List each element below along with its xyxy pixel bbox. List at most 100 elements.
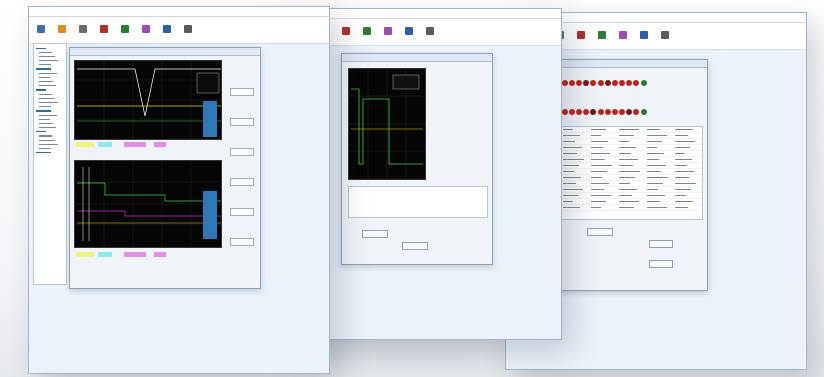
text-placeholder: [647, 189, 658, 191]
side-button[interactable]: [230, 238, 254, 246]
scope-dialog: [341, 53, 493, 265]
toolbar-button[interactable]: [380, 27, 396, 43]
side-button[interactable]: [230, 88, 254, 96]
table-cell: [562, 163, 590, 168]
text-placeholder: [675, 135, 688, 137]
channel-chip[interactable]: [154, 142, 166, 147]
apply-button[interactable]: [587, 228, 613, 236]
side-button[interactable]: [230, 178, 254, 186]
toolbar-button[interactable]: [138, 25, 154, 41]
text-placeholder: [619, 201, 639, 203]
table-cell: [562, 181, 590, 186]
help-icon: [661, 31, 669, 39]
toolbar-button[interactable]: [338, 27, 354, 43]
table-cell: [562, 175, 590, 180]
start-button[interactable]: [362, 230, 388, 238]
text-placeholder: [39, 85, 56, 87]
table-cell: [590, 133, 618, 138]
text-placeholder: [563, 159, 584, 161]
toolbar-button[interactable]: [422, 27, 438, 43]
window-titlebar[interactable]: [29, 7, 329, 17]
status-led: [626, 80, 633, 87]
oscilloscope-icon: [58, 25, 66, 33]
text-placeholder: [563, 207, 580, 209]
screenshot-collage: [0, 0, 824, 377]
channel-chip[interactable]: [76, 252, 94, 257]
table-cell: [618, 181, 646, 186]
toolbar-button[interactable]: [159, 25, 175, 41]
text-placeholder: [36, 131, 46, 133]
status-led: [561, 109, 568, 116]
table-cell: [590, 175, 618, 180]
table-cell: [646, 145, 674, 150]
refresh-button[interactable]: [649, 240, 673, 248]
table-cell: [646, 151, 674, 156]
status-led: [611, 109, 618, 116]
text-placeholder: [619, 159, 638, 161]
toolbar-button[interactable]: [75, 25, 91, 41]
table-row[interactable]: [562, 205, 702, 211]
text-placeholder: [675, 153, 685, 155]
close-button[interactable]: [649, 260, 673, 268]
toolbar-button[interactable]: [615, 31, 631, 47]
status-led: [626, 109, 633, 116]
toolbar-button[interactable]: [401, 27, 417, 43]
tree-item[interactable]: [36, 151, 64, 155]
table-cell: [562, 127, 590, 132]
table-cell: [590, 157, 618, 162]
text-placeholder: [675, 165, 687, 167]
toolbar-button[interactable]: [657, 31, 673, 47]
table-cell: [562, 151, 590, 156]
channel-chip[interactable]: [76, 142, 94, 147]
status-led: [568, 109, 575, 116]
toolbar-button[interactable]: [96, 25, 112, 41]
text-placeholder: [647, 153, 664, 155]
status-led: [590, 80, 597, 87]
text-placeholder: [591, 201, 606, 203]
toolbar-button[interactable]: [594, 31, 610, 47]
side-button[interactable]: [230, 118, 254, 126]
side-button[interactable]: [230, 148, 254, 156]
table-cell: [590, 139, 618, 144]
channel-chip[interactable]: [98, 142, 112, 147]
text-placeholder: [675, 195, 686, 197]
toolbar-button[interactable]: [573, 31, 589, 47]
toolbar-button[interactable]: [636, 31, 652, 47]
toolbar-button[interactable]: [117, 25, 133, 41]
text-placeholder: [39, 127, 56, 129]
text-placeholder: [563, 195, 578, 197]
text-placeholder: [563, 171, 574, 173]
text-placeholder: [39, 143, 58, 145]
text-placeholder: [563, 183, 576, 185]
table-icon: [598, 31, 606, 39]
toolbar-button[interactable]: [359, 27, 375, 43]
table-cell: [562, 145, 590, 150]
channel-chip[interactable]: [154, 252, 166, 257]
text-placeholder: [563, 135, 580, 137]
dialog-title[interactable]: [342, 54, 492, 62]
device-tree[interactable]: [33, 43, 67, 285]
toolbar-button[interactable]: [33, 25, 49, 41]
channel-chip[interactable]: [124, 142, 146, 147]
channel-chip[interactable]: [124, 252, 146, 257]
text-placeholder: [39, 106, 51, 108]
table-cell: [674, 163, 702, 168]
help-icon: [184, 25, 192, 33]
stop-button[interactable]: [402, 242, 428, 250]
side-button[interactable]: [230, 208, 254, 216]
table-cell: [618, 151, 646, 156]
text-placeholder: [675, 207, 688, 209]
scope-display-top: [74, 60, 222, 140]
toolbar-button[interactable]: [180, 25, 196, 41]
table-cell: [618, 145, 646, 150]
text-placeholder: [39, 72, 57, 74]
text-placeholder: [36, 110, 51, 112]
dialog-title[interactable]: [557, 60, 707, 68]
channel-chip[interactable]: [98, 252, 112, 257]
toolbar-button[interactable]: [54, 25, 70, 41]
table-icon: [363, 27, 371, 35]
table-cell: [590, 127, 618, 132]
text-placeholder: [39, 64, 51, 66]
table-cell: [674, 139, 702, 144]
dialog-title[interactable]: [70, 48, 260, 56]
